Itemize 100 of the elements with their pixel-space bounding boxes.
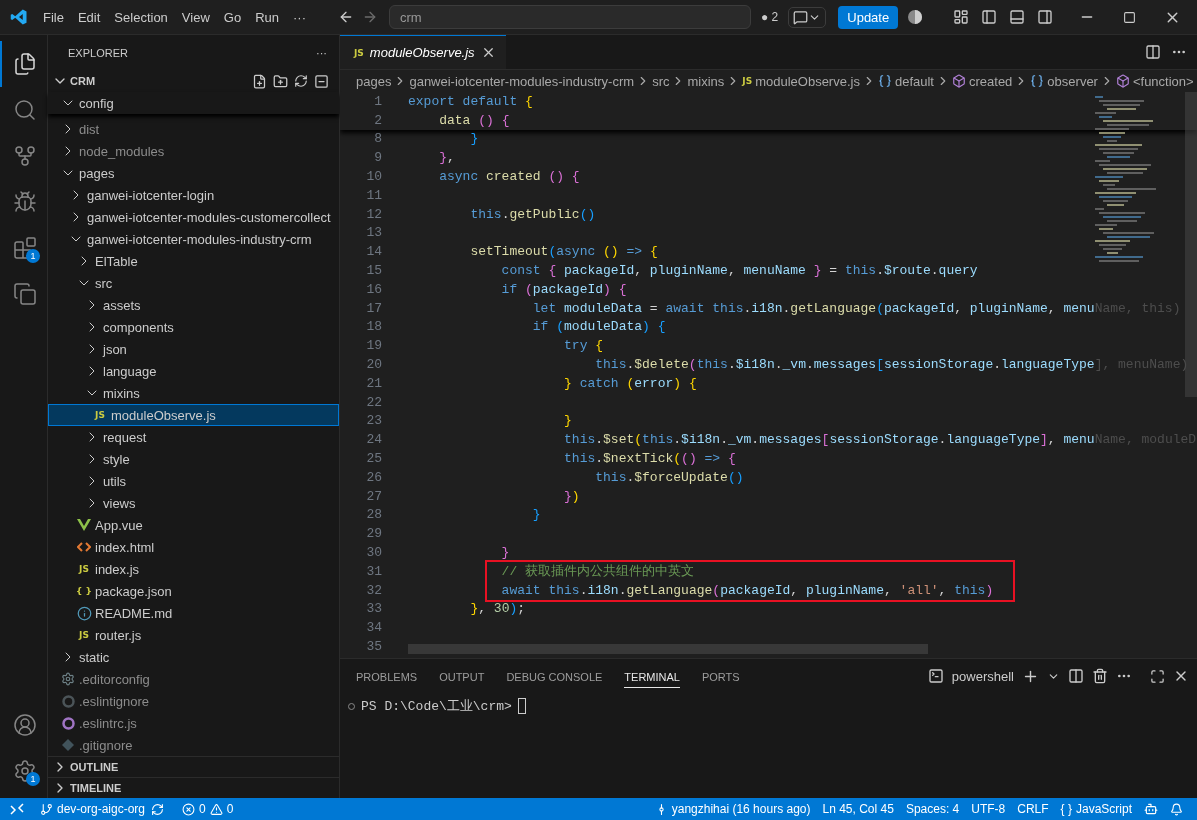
section-header[interactable]: OUTLINE: [48, 756, 339, 777]
panel-tab[interactable]: TERMINAL: [624, 664, 680, 688]
language-status[interactable]: { } JavaScript: [1054, 802, 1138, 816]
line-number: 29: [365, 525, 382, 543]
encoding-status[interactable]: UTF-8: [965, 802, 1012, 816]
line-number: 30: [365, 544, 382, 561]
menu-item[interactable]: Edit: [70, 6, 108, 28]
menu-item[interactable]: Go: [216, 6, 249, 28]
tree-item[interactable]: static: [48, 646, 339, 668]
line-number: 17: [365, 299, 382, 317]
tree-item[interactable]: App.vue: [48, 514, 339, 536]
split-editor-icon[interactable]: [1145, 44, 1161, 60]
tree-item[interactable]: JS moduleObserve.js: [48, 404, 339, 426]
folder-title[interactable]: CRM: [70, 75, 96, 87]
bot-icon[interactable]: [1144, 802, 1158, 816]
tree-item[interactable]: pages: [48, 162, 339, 184]
line-number: 8: [373, 130, 382, 148]
tree-item[interactable]: dist: [48, 118, 339, 140]
tree-item[interactable]: .gitignore: [48, 734, 339, 756]
tree-item[interactable]: utils: [48, 470, 339, 492]
layout-icon[interactable]: [953, 9, 970, 25]
tree-item[interactable]: json: [48, 338, 339, 360]
tree-item[interactable]: language: [48, 360, 339, 382]
line-ending-status[interactable]: CRLF: [1011, 802, 1055, 816]
js-file-icon: JS: [95, 410, 105, 420]
maximize-icon[interactable]: [1150, 668, 1165, 684]
activity-bar-button[interactable]: 1: [0, 225, 47, 271]
tree-item[interactable]: { } package.json: [48, 580, 339, 602]
forward-icon[interactable]: [362, 9, 378, 25]
panel-left-icon[interactable]: [981, 9, 998, 25]
update-button[interactable]: Update: [838, 5, 899, 29]
tree-item[interactable]: style: [48, 448, 339, 470]
tree-item[interactable]: .eslintignore: [48, 690, 339, 712]
tree-item[interactable]: ganwei-iotcenter-modules-customercollect: [48, 206, 339, 228]
trash-icon[interactable]: [1092, 668, 1108, 684]
bell-icon[interactable]: [1170, 802, 1183, 816]
breadcrumb[interactable]: <function>: [1115, 73, 1194, 89]
collapse-icon[interactable]: [314, 73, 329, 89]
breadcrumb[interactable]: mixins: [687, 73, 725, 89]
tree-item[interactable]: request: [48, 426, 339, 448]
breadcrumb[interactable]: JS moduleObserve.js: [742, 73, 860, 89]
split-terminal-icon[interactable]: [1068, 668, 1084, 684]
more-actions-button[interactable]: ···: [316, 46, 327, 59]
tree-item[interactable]: index.html: [48, 536, 339, 558]
panel-tab[interactable]: DEBUG CONSOLE: [506, 664, 603, 688]
new-file-icon[interactable]: [252, 73, 267, 89]
tree-item[interactable]: JS router.js: [48, 624, 339, 646]
tree-item[interactable]: JS index.js: [48, 558, 339, 580]
tree-item[interactable]: ganwei-iotcenter-modules-industry-crm: [48, 228, 339, 250]
activity-bar-button[interactable]: 1: [0, 748, 47, 794]
menu-item[interactable]: ···: [286, 6, 313, 28]
breadcrumb[interactable]: default: [877, 73, 934, 89]
panel-tab[interactable]: OUTPUT: [439, 664, 485, 688]
editor-tab[interactable]: JS moduleObserve.js: [340, 35, 506, 69]
sync-icon[interactable]: [151, 802, 165, 816]
tree-item[interactable]: components: [48, 316, 339, 338]
tree-item[interactable]: assets: [48, 294, 339, 316]
json-file-icon: { }: [76, 586, 92, 596]
breadcrumb[interactable]: ganwei-iotcenter-modules-industry-crm: [409, 73, 635, 89]
panel-tab[interactable]: PROBLEMS: [356, 664, 418, 688]
cursor-position[interactable]: Ln 45, Col 45: [816, 802, 900, 816]
new-folder-icon[interactable]: [273, 73, 288, 89]
back-icon[interactable]: [338, 9, 354, 25]
breadcrumb[interactable]: observer: [1030, 73, 1098, 89]
panel-tab[interactable]: PORTS: [701, 664, 740, 688]
blame-status[interactable]: yangzhihai (16 hours ago): [648, 802, 817, 816]
panel-right-icon[interactable]: [1037, 9, 1054, 25]
menu-item[interactable]: File: [36, 6, 71, 28]
pie-icon[interactable]: [907, 9, 924, 25]
search-field[interactable]: crm: [389, 5, 751, 29]
chat-button[interactable]: [788, 6, 827, 28]
breadcrumb[interactable]: pages: [356, 73, 392, 89]
code-line: }: [469, 130, 479, 148]
tree-item[interactable]: ElTable: [48, 250, 339, 272]
refresh-icon[interactable]: [294, 74, 308, 88]
terminal-name[interactable]: powershell: [951, 668, 1014, 684]
breadcrumb[interactable]: created: [952, 73, 1013, 89]
tree-item[interactable]: README.md: [48, 602, 339, 624]
menu-item[interactable]: Run: [248, 6, 286, 28]
scrollbar-thumb[interactable]: [1185, 92, 1197, 397]
menu-item[interactable]: View: [174, 6, 217, 28]
tree-item[interactable]: .editorconfig: [48, 668, 339, 690]
menu-item[interactable]: Selection: [107, 6, 175, 28]
tree-item[interactable]: src: [48, 272, 339, 294]
tree-item[interactable]: config: [48, 92, 339, 114]
breadcrumb[interactable]: src: [652, 73, 670, 89]
problems-status[interactable]: 0 0: [176, 802, 240, 816]
tree-item[interactable]: node_modules: [48, 140, 339, 162]
code-line: }: [531, 506, 541, 524]
maximize-icon[interactable]: [1123, 10, 1136, 24]
branch-status[interactable]: dev-org-aigc-org: [34, 802, 152, 816]
panel-bottom-icon[interactable]: [1009, 9, 1026, 25]
tree-item[interactable]: ganwei-iotcenter-login: [48, 184, 339, 206]
changes-indicator[interactable]: ● 2: [761, 10, 779, 24]
tree-item[interactable]: views: [48, 492, 339, 514]
tree-item[interactable]: mixins: [48, 382, 339, 404]
tree-item[interactable]: .eslintrc.js: [48, 712, 339, 734]
indentation-status[interactable]: Spaces: 4: [899, 802, 966, 816]
scrollbar-thumb[interactable]: [408, 644, 928, 654]
remote-icon[interactable]: [10, 803, 24, 815]
